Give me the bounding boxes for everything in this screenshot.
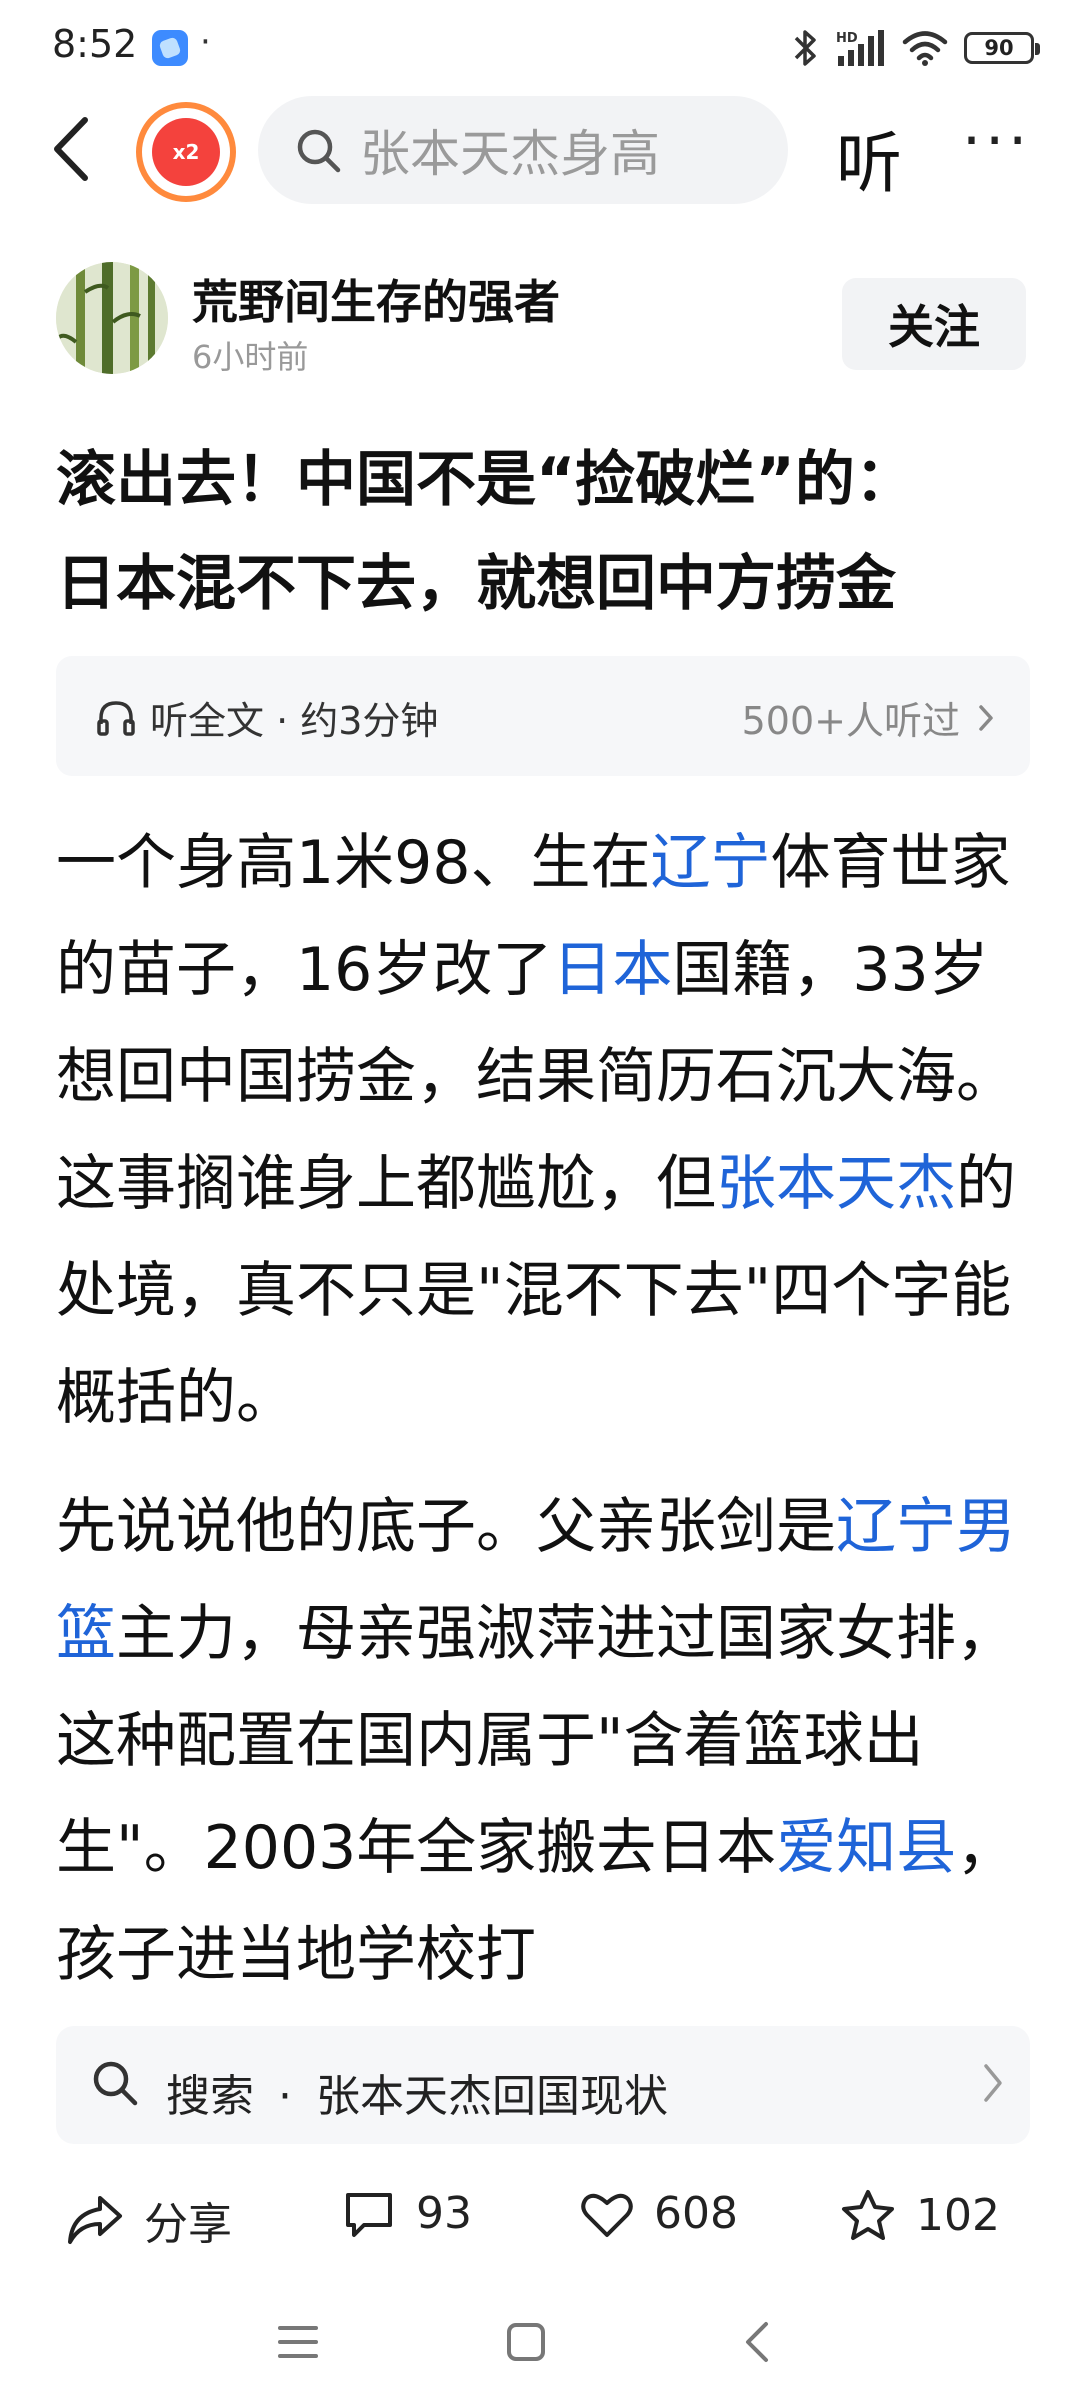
- favorite-button[interactable]: 102: [840, 2188, 1000, 2242]
- action-bar: 分享 93 608 102: [0, 2164, 1080, 2274]
- more-options-button[interactable]: ···: [962, 106, 1031, 176]
- suggestion-query: 张本天杰回国现状: [316, 2071, 668, 2122]
- back-arrow-icon: [54, 117, 88, 181]
- battery-icon: 90: [964, 32, 1040, 64]
- article-title: 滚出去！中国不是“捡破烂”的： 日本混不下去，就想回中方捞金: [56, 428, 1036, 636]
- status-time: 8:52: [52, 22, 138, 66]
- suggestion-text-group: 搜索 · 张本天杰回国现状: [166, 2060, 668, 2124]
- suggestion-label: 搜索: [166, 2071, 254, 2122]
- back-button[interactable]: [36, 114, 106, 184]
- status-bar: 8:52 · HD 90: [0, 0, 1080, 96]
- link-aichi[interactable]: 爱知县: [776, 1813, 956, 1883]
- search-icon: [93, 2061, 138, 2106]
- share-label: 分享: [144, 2199, 232, 2250]
- menu-icon[interactable]: [278, 2322, 318, 2362]
- like-button[interactable]: 608: [580, 2188, 738, 2239]
- status-dot: ·: [200, 22, 211, 62]
- status-icons: HD 90: [792, 26, 1040, 70]
- comment-icon: [346, 2192, 392, 2237]
- share-button[interactable]: 分享: [66, 2188, 232, 2252]
- listen-full-label: 听全文 · 约3分钟: [150, 699, 439, 743]
- network-label: HD: [836, 31, 858, 46]
- related-search-suggestion[interactable]: 搜索 · 张本天杰回国现状: [56, 2026, 1030, 2144]
- wifi-icon: [902, 31, 948, 66]
- author-name[interactable]: 荒野间生存的强者: [192, 266, 560, 332]
- author-avatar[interactable]: [56, 262, 168, 374]
- follow-button[interactable]: 关注: [842, 278, 1026, 370]
- p1-text-1: 一个身高1米98、生在: [56, 828, 651, 898]
- link-liaoning[interactable]: 辽宁: [651, 828, 771, 898]
- chevron-right-icon: [984, 2064, 1002, 2102]
- title-line-1: 滚出去！中国不是“捡破烂”的：: [56, 445, 915, 515]
- p2-text-1: 先说说他的底子。父亲张剑是: [56, 1492, 836, 1562]
- post-time: 6小时前: [192, 338, 309, 376]
- heart-icon: [581, 2193, 633, 2237]
- bluetooth-icon: [794, 30, 816, 66]
- comment-button[interactable]: 93: [342, 2188, 472, 2239]
- search-placeholder: 张本天杰身高: [360, 125, 660, 183]
- comment-count: 93: [416, 2188, 472, 2239]
- headphones-icon: [97, 700, 135, 736]
- app-notification-icon: [152, 30, 188, 66]
- link-japan[interactable]: 日本: [552, 935, 672, 1005]
- author-row: 荒野间生存的强者 6小时前 关注: [0, 262, 1080, 382]
- favorite-count: 102: [916, 2189, 1000, 2241]
- top-nav: x2 张本天杰身高 听 ···: [0, 96, 1080, 206]
- coin-multiplier-label: x2: [152, 118, 220, 186]
- like-count: 608: [654, 2188, 738, 2239]
- search-bar[interactable]: 张本天杰身高: [258, 96, 788, 204]
- listen-count: 500+人听过: [741, 699, 960, 743]
- bamboo-avatar-image: [56, 262, 168, 374]
- share-icon: [68, 2196, 122, 2244]
- star-icon: [842, 2190, 894, 2240]
- chevron-right-icon: [979, 704, 993, 731]
- signal-icon: HD: [836, 30, 884, 66]
- paragraph-1: 一个身高1米98、生在辽宁体育世家的苗子，16岁改了日本国籍，33岁想回中国捞金…: [56, 810, 1036, 1452]
- reward-coin-button[interactable]: x2: [136, 102, 236, 202]
- listen-full-label-group: 听全文 · 约3分钟: [96, 690, 438, 745]
- search-icon: [297, 129, 341, 173]
- listen-count-group: 500+人听过: [742, 690, 994, 745]
- title-line-2: 日本混不下去，就想回中方捞金: [56, 549, 896, 619]
- back-nav-icon[interactable]: [742, 2320, 772, 2364]
- system-nav-bar: [0, 2290, 1080, 2400]
- paragraph-2: 先说说他的底子。父亲张剑是辽宁男篮主力，母亲强淑萍进过国家女排，这种配置在国内属…: [56, 1474, 1036, 2009]
- suggestion-separator: ·: [278, 2071, 292, 2122]
- link-zhangben-tianjie[interactable]: 张本天杰: [716, 1149, 956, 1219]
- home-icon[interactable]: [506, 2322, 546, 2362]
- listen-full-article-bar[interactable]: 听全文 · 约3分钟 500+人听过: [56, 656, 1030, 776]
- listen-button[interactable]: 听: [836, 110, 902, 206]
- article-body: 一个身高1米98、生在辽宁体育世家的苗子，16岁改了日本国籍，33岁想回中国捞金…: [56, 810, 1036, 2031]
